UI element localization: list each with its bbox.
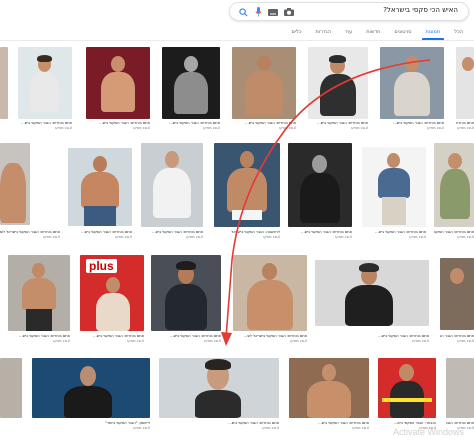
camera-search-icon[interactable]	[283, 6, 295, 18]
tab-news[interactable]: חדשות	[359, 26, 387, 40]
image-caption: אתם בוחרים: הגבר הסקסי ביש...co.il מאקו	[21, 121, 72, 130]
search-icon[interactable]	[237, 6, 249, 18]
tab-more[interactable]: עוד	[338, 26, 359, 40]
image-result[interactable]	[8, 255, 70, 331]
search-box[interactable]: האיש הכי סקסי בישראל?	[229, 2, 469, 21]
image-caption: אתם בוחרים: הגבר הסקסי ביש...co.il מאקו	[318, 421, 369, 430]
tab-settings[interactable]: הגדרות	[308, 26, 338, 40]
tab-videos[interactable]: סרטונים	[387, 26, 418, 40]
keyboard-icon[interactable]	[267, 6, 279, 18]
image-result[interactable]	[18, 47, 72, 119]
windows-watermark: Activate Windows	[392, 427, 464, 437]
tab-tools[interactable]: כלים	[285, 26, 309, 40]
image-caption: אתם בוחרים: הגבר הסקסי ביש...co.il מאקו	[378, 334, 429, 343]
image-caption: אתם בוחרים: הגבר הסקסי בישראל לש... co.il…	[244, 334, 307, 343]
image-result[interactable]	[32, 358, 150, 418]
image-result[interactable]	[378, 358, 436, 418]
image-result[interactable]	[0, 143, 30, 225]
image-result[interactable]	[446, 358, 474, 418]
image-caption: אתם בוחרים: הגבר הסקסי ביש...co.il מאקו	[393, 121, 444, 130]
image-result[interactable]	[315, 260, 429, 326]
image-result[interactable]	[440, 258, 474, 330]
image-result[interactable]: plus	[80, 255, 144, 331]
image-caption: אתם בוחרים: הגבר הסקסי ביש...co.il מאקו	[152, 230, 203, 239]
image-result[interactable]	[308, 47, 368, 119]
header-divider	[0, 40, 474, 41]
top-bar: האיש הכי סקסי בישראל? הכל תמונות סרטונים…	[0, 0, 474, 44]
image-caption: לייטסון: "הגבר הסקסי ביותר" co.il מאקו	[105, 421, 150, 430]
image-result[interactable]	[380, 47, 444, 119]
magazine-logo: plus	[86, 259, 117, 273]
image-caption: אתם בוחרים: הגבר הסקסי בישראל לשנת 2019c…	[0, 230, 60, 239]
image-caption: אתם בוחרים: הגבר הסקסי ביש...co.il מאקו	[301, 230, 352, 239]
image-caption: אתם בוחרים: הגבר הסקסי ביש...co.il מאקו	[99, 121, 150, 130]
image-result[interactable]	[68, 148, 132, 226]
image-result[interactable]	[151, 255, 221, 331]
image-result[interactable]	[162, 47, 220, 119]
image-result[interactable]	[434, 143, 474, 227]
image-result[interactable]	[456, 47, 474, 119]
image-caption: אתם בוחרים: הגבר הסקסי ביש...co.il מאקו	[245, 121, 296, 130]
image-result[interactable]	[141, 143, 203, 227]
image-result[interactable]	[233, 255, 307, 331]
image-caption: אתם בוחרים: הגבר הסקסי ביש...co.il מאקו	[170, 334, 221, 343]
microphone-icon[interactable]	[252, 6, 264, 18]
image-result[interactable]	[0, 358, 22, 418]
image-caption: אתם בוחרים: הגבר הסקסי ביש...co.il מאקו	[375, 230, 426, 239]
image-result[interactable]	[362, 147, 426, 227]
tab-images[interactable]: תמונות	[419, 26, 448, 40]
image-result[interactable]	[289, 358, 369, 418]
image-result[interactable]	[232, 47, 296, 119]
image-result[interactable]	[159, 358, 279, 418]
image-caption: אתם בוחרים: הגבר הסקסי ביש...co.il מאקו	[440, 334, 474, 343]
image-caption: אתם בוחרים: הגבר הסקסי ביש...co.il מאקו	[228, 421, 279, 430]
search-query[interactable]: האיש הכי סקסי בישראל?	[383, 6, 458, 14]
image-caption: אתם בוחרים: הגבר הסקסי ביש...co.il מאקו	[456, 121, 474, 130]
image-result[interactable]	[214, 143, 280, 227]
search-tabs: הכל תמונות סרטונים חדשות עוד הגדרות כלים	[226, 26, 470, 40]
image-result[interactable]	[86, 47, 150, 119]
image-result[interactable]	[0, 47, 8, 119]
tab-all[interactable]: הכל	[447, 26, 470, 40]
image-result[interactable]	[288, 143, 352, 227]
image-caption: אתם בוחרים: הגבר הסקסי ביש...co.il מאקו	[93, 334, 144, 343]
image-caption: אתם בוחרים: הגבר הסקסי ביש...co.il מאקו	[317, 121, 368, 130]
image-caption: אתם בוחרים: הגבר הסקסי ביש...co.il מאקו	[434, 230, 474, 239]
image-caption: לראשונה: הגבר הסקסי בישראל co.il מאקו	[231, 230, 280, 239]
image-caption: אתם בוחרים: הגבר הסקסי ביש...co.il מאקו	[81, 230, 132, 239]
image-caption: אתם בוחרים: הגבר הסקסי ביש...co.il מאקו	[169, 121, 220, 130]
image-caption: אתם בוחרים: הגבר הסקסי ביש...co.il מאקו	[19, 334, 70, 343]
